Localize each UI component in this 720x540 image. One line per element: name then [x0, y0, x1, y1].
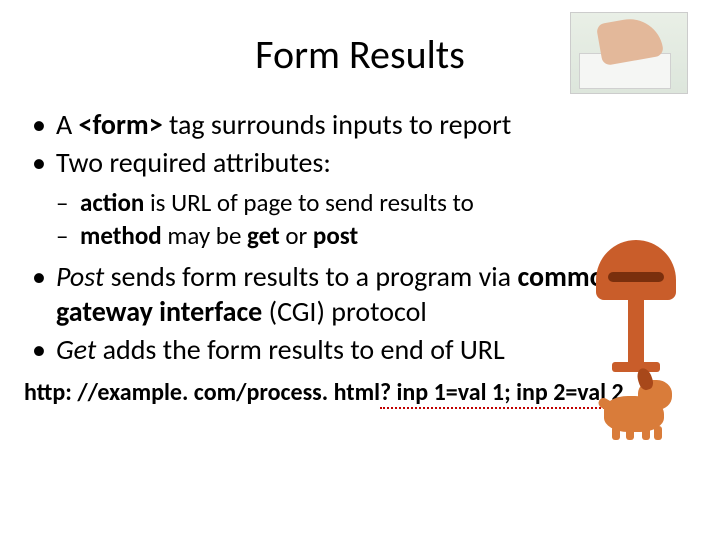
- dog-icon: [598, 360, 688, 440]
- mailbox-icon: [596, 240, 676, 300]
- post-keyword: post: [313, 220, 358, 251]
- bullet-required-attrs: Two required attributes:: [28, 145, 588, 181]
- mailbox-dog-clipart: [550, 240, 690, 440]
- bullet-form-tag: A <form> tag surrounds inputs to report: [28, 107, 588, 143]
- action-keyword: action: [80, 187, 144, 218]
- get-italic: Get: [56, 332, 96, 367]
- bullet-list: A <form> tag surrounds inputs to report …: [28, 107, 700, 181]
- form-tag-keyword: <form>: [79, 107, 163, 142]
- url-base: http: //example. com/process. html: [24, 378, 380, 407]
- method-keyword: method: [80, 220, 162, 251]
- bullet-get: Get adds the form results to end of URL: [28, 332, 628, 368]
- post-italic: Post: [56, 259, 104, 294]
- bullet-post: Post sends form results to a program via…: [28, 259, 628, 331]
- form-filling-image: [570, 12, 688, 94]
- sub-bullet-action: action is URL of page to send results to: [56, 187, 700, 218]
- get-keyword: get: [247, 220, 280, 251]
